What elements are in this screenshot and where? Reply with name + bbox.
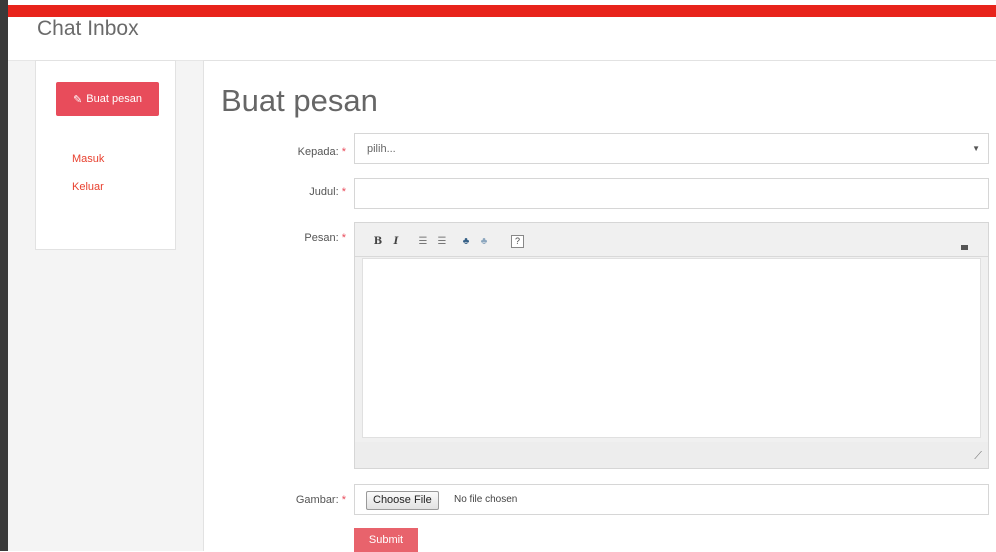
- required-mark: *: [341, 494, 346, 506]
- app-header: Chat Inbox: [8, 17, 996, 61]
- top-red-bar: [0, 5, 996, 17]
- pesan-label: Pesan: *: [304, 232, 346, 244]
- italic-icon[interactable]: I: [389, 235, 403, 249]
- sidebar-item-masuk[interactable]: Masuk: [72, 153, 104, 165]
- compose-button[interactable]: ✎ Buat pesan: [56, 82, 159, 116]
- editor-toolbar: B I ☰ ☰ ♣ ♣ ?: [355, 223, 988, 257]
- required-mark: *: [341, 146, 346, 158]
- resize-grip-icon[interactable]: ⟋: [974, 450, 982, 463]
- edit-icon: ✎: [73, 93, 83, 106]
- chevron-down-icon: ▼: [972, 144, 980, 153]
- file-status-text: No file chosen: [454, 494, 518, 505]
- compose-button-label: Buat pesan: [86, 93, 142, 105]
- app-title: Chat Inbox: [37, 17, 139, 40]
- kepada-select[interactable]: pilih... ▼: [354, 133, 989, 164]
- judul-label: Judul: *: [309, 186, 346, 198]
- gambar-label: Gambar: *: [295, 494, 346, 506]
- choose-file-button[interactable]: Choose File: [366, 491, 439, 510]
- top-strip: [0, 0, 996, 17]
- left-edge-bar: [0, 0, 8, 551]
- ordered-list-icon[interactable]: ☰: [416, 235, 430, 249]
- unordered-list-icon[interactable]: ☰: [435, 235, 449, 249]
- help-icon[interactable]: ?: [511, 235, 524, 248]
- editor-text-area[interactable]: [362, 258, 981, 438]
- sidebar: ✎ Buat pesan Masuk Keluar: [35, 60, 176, 250]
- gambar-file-field: Choose File No file chosen: [354, 484, 989, 515]
- editor-statusbar: ⟋: [355, 442, 988, 468]
- required-mark: *: [341, 186, 346, 198]
- main-panel: Buat pesan Kepada: * pilih... ▼ Judul: *…: [203, 60, 996, 552]
- judul-input[interactable]: [354, 178, 989, 209]
- kepada-label: Kepada: *: [297, 146, 346, 158]
- page-title: Buat pesan: [221, 83, 378, 118]
- collapse-toolbar-icon[interactable]: [961, 245, 968, 250]
- link-icon[interactable]: ♣: [459, 235, 473, 249]
- submit-button[interactable]: Submit: [354, 528, 418, 552]
- pesan-editor: B I ☰ ☰ ♣ ♣ ? ⟋: [354, 222, 989, 469]
- kepada-select-value: pilih...: [367, 143, 396, 155]
- unlink-icon[interactable]: ♣: [477, 235, 491, 249]
- required-mark: *: [341, 232, 346, 244]
- sidebar-item-keluar[interactable]: Keluar: [72, 181, 104, 193]
- bold-icon[interactable]: B: [371, 235, 385, 249]
